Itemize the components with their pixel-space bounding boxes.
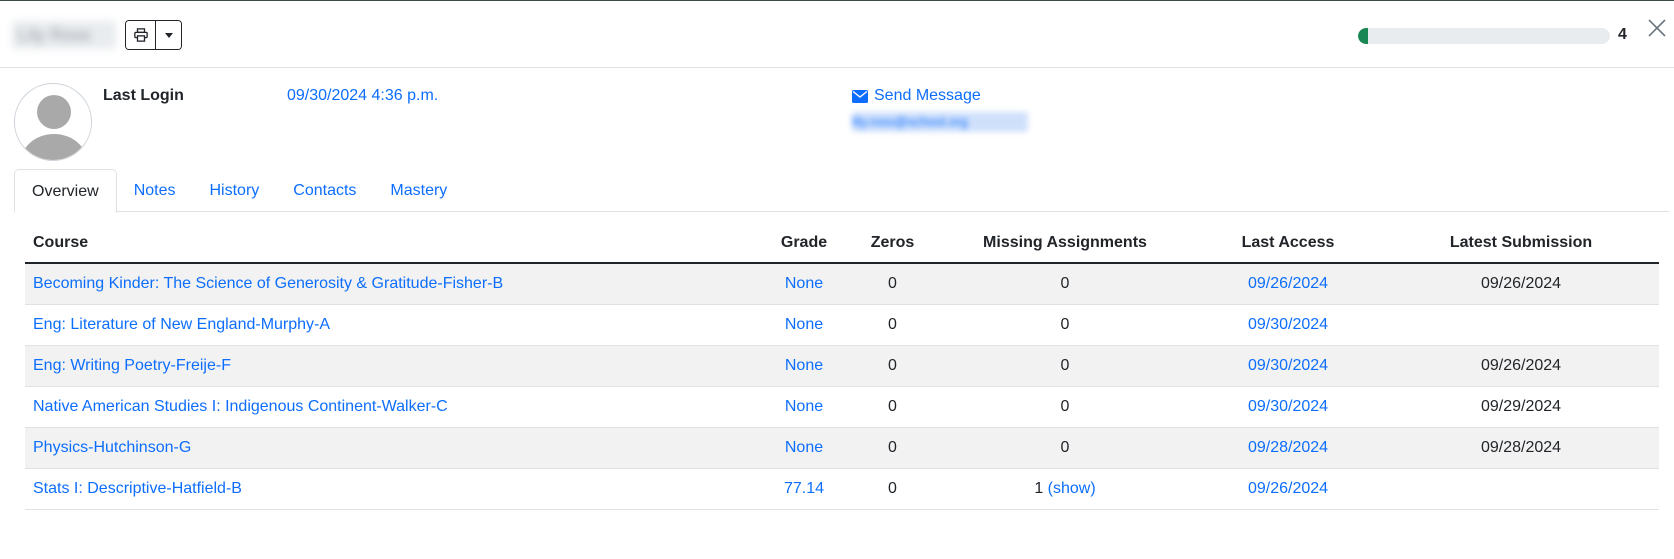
zeros-cell: 0: [848, 345, 937, 387]
missing-count: 0: [1060, 438, 1070, 456]
column-header-zeros[interactable]: Zeros: [848, 224, 937, 264]
latest-submission-cell: [1383, 304, 1659, 346]
courses-table: Course Grade Zeros Missing Assignments L…: [25, 224, 1659, 510]
table-header-row: Course Grade Zeros Missing Assignments L…: [25, 224, 1659, 264]
tab-notes[interactable]: Notes: [117, 169, 193, 212]
last-access-link[interactable]: 09/28/2024: [1248, 439, 1328, 456]
last-access-link[interactable]: 09/26/2024: [1248, 480, 1328, 497]
last-login-label: Last Login: [103, 87, 184, 104]
course-link[interactable]: Stats I: Descriptive-Hatfield-B: [33, 480, 242, 497]
course-link[interactable]: Eng: Literature of New England-Murphy-A: [33, 316, 330, 333]
table-row: Becoming Kinder: The Science of Generosi…: [25, 263, 1659, 305]
missing-count: 0: [1060, 356, 1070, 374]
tab-history[interactable]: History: [192, 169, 276, 212]
table-row: Eng: Literature of New England-Murphy-A …: [25, 304, 1659, 346]
last-access-link[interactable]: 09/30/2024: [1248, 398, 1328, 415]
show-missing-link[interactable]: (show): [1048, 480, 1096, 497]
zeros-cell: 0: [848, 427, 937, 469]
progress-bar: [1358, 28, 1610, 44]
column-header-grade[interactable]: Grade: [760, 224, 848, 264]
print-icon: [133, 28, 148, 42]
print-button-group: [125, 20, 182, 50]
column-header-last-access[interactable]: Last Access: [1193, 224, 1383, 264]
grade-link[interactable]: 77.14: [784, 480, 824, 497]
table-row: Physics-Hutchinson-G None 0 0 09/28/2024…: [25, 427, 1659, 469]
course-link[interactable]: Becoming Kinder: The Science of Generosi…: [33, 275, 503, 292]
tab-bar: Overview Notes History Contacts Mastery: [14, 169, 1669, 213]
latest-submission-cell: 09/26/2024: [1383, 345, 1659, 387]
course-link[interactable]: Physics-Hutchinson-G: [33, 439, 191, 456]
missing-count: 0: [1060, 315, 1070, 333]
print-button[interactable]: [126, 21, 156, 49]
email-address[interactable]: lily.ross@school.org: [852, 112, 1028, 132]
student-name: Lily Ross: [12, 21, 116, 49]
progress-bar-fill: [1358, 28, 1369, 44]
missing-count: 0: [1060, 397, 1070, 415]
grade-link[interactable]: None: [785, 316, 823, 333]
last-access-link[interactable]: 09/26/2024: [1248, 275, 1328, 292]
tab-mastery[interactable]: Mastery: [373, 169, 464, 212]
column-header-latest-submission[interactable]: Latest Submission: [1383, 224, 1659, 264]
avatar-placeholder-icon: [21, 95, 87, 160]
print-options-toggle[interactable]: [156, 21, 181, 49]
send-message-label: Send Message: [874, 87, 981, 104]
table-row: Stats I: Descriptive-Hatfield-B 77.14 0 …: [25, 468, 1659, 510]
zeros-cell: 0: [848, 263, 937, 305]
missing-count: 0: [1060, 274, 1070, 292]
zeros-cell: 0: [848, 304, 937, 346]
progress-count: 4: [1618, 26, 1627, 43]
tab-overview[interactable]: Overview: [14, 169, 117, 213]
table-row: Eng: Writing Poetry-Freije-F None 0 0 09…: [25, 345, 1659, 387]
grade-link[interactable]: None: [785, 439, 823, 456]
last-access-link[interactable]: 09/30/2024: [1248, 316, 1328, 333]
zeros-cell: 0: [848, 386, 937, 428]
close-button[interactable]: [1646, 17, 1670, 41]
avatar: [14, 83, 92, 161]
caret-down-icon: [164, 32, 173, 38]
zeros-cell: 0: [848, 468, 937, 510]
table-row: Native American Studies I: Indigenous Co…: [25, 386, 1659, 428]
grade-link[interactable]: None: [785, 275, 823, 292]
close-icon: [1648, 19, 1666, 37]
column-header-course[interactable]: Course: [25, 224, 760, 264]
latest-submission-cell: 09/28/2024: [1383, 427, 1659, 469]
last-login-value[interactable]: 09/30/2024 4:36 p.m.: [287, 86, 438, 106]
latest-submission-cell: [1383, 468, 1659, 510]
latest-submission-cell: 09/29/2024: [1383, 386, 1659, 428]
latest-submission-cell: 09/26/2024: [1383, 263, 1659, 305]
envelope-icon: [852, 89, 868, 103]
course-link[interactable]: Eng: Writing Poetry-Freije-F: [33, 357, 231, 374]
send-message-link[interactable]: Send Message: [852, 86, 981, 106]
last-access-link[interactable]: 09/30/2024: [1248, 357, 1328, 374]
grade-link[interactable]: None: [785, 357, 823, 374]
missing-count: 1: [1034, 479, 1044, 497]
modal-header: Lily Ross 4: [0, 0, 1674, 68]
tab-contacts[interactable]: Contacts: [276, 169, 373, 212]
column-header-missing-assignments[interactable]: Missing Assignments: [937, 224, 1193, 264]
course-link[interactable]: Native American Studies I: Indigenous Co…: [33, 398, 448, 415]
grade-link[interactable]: None: [785, 398, 823, 415]
